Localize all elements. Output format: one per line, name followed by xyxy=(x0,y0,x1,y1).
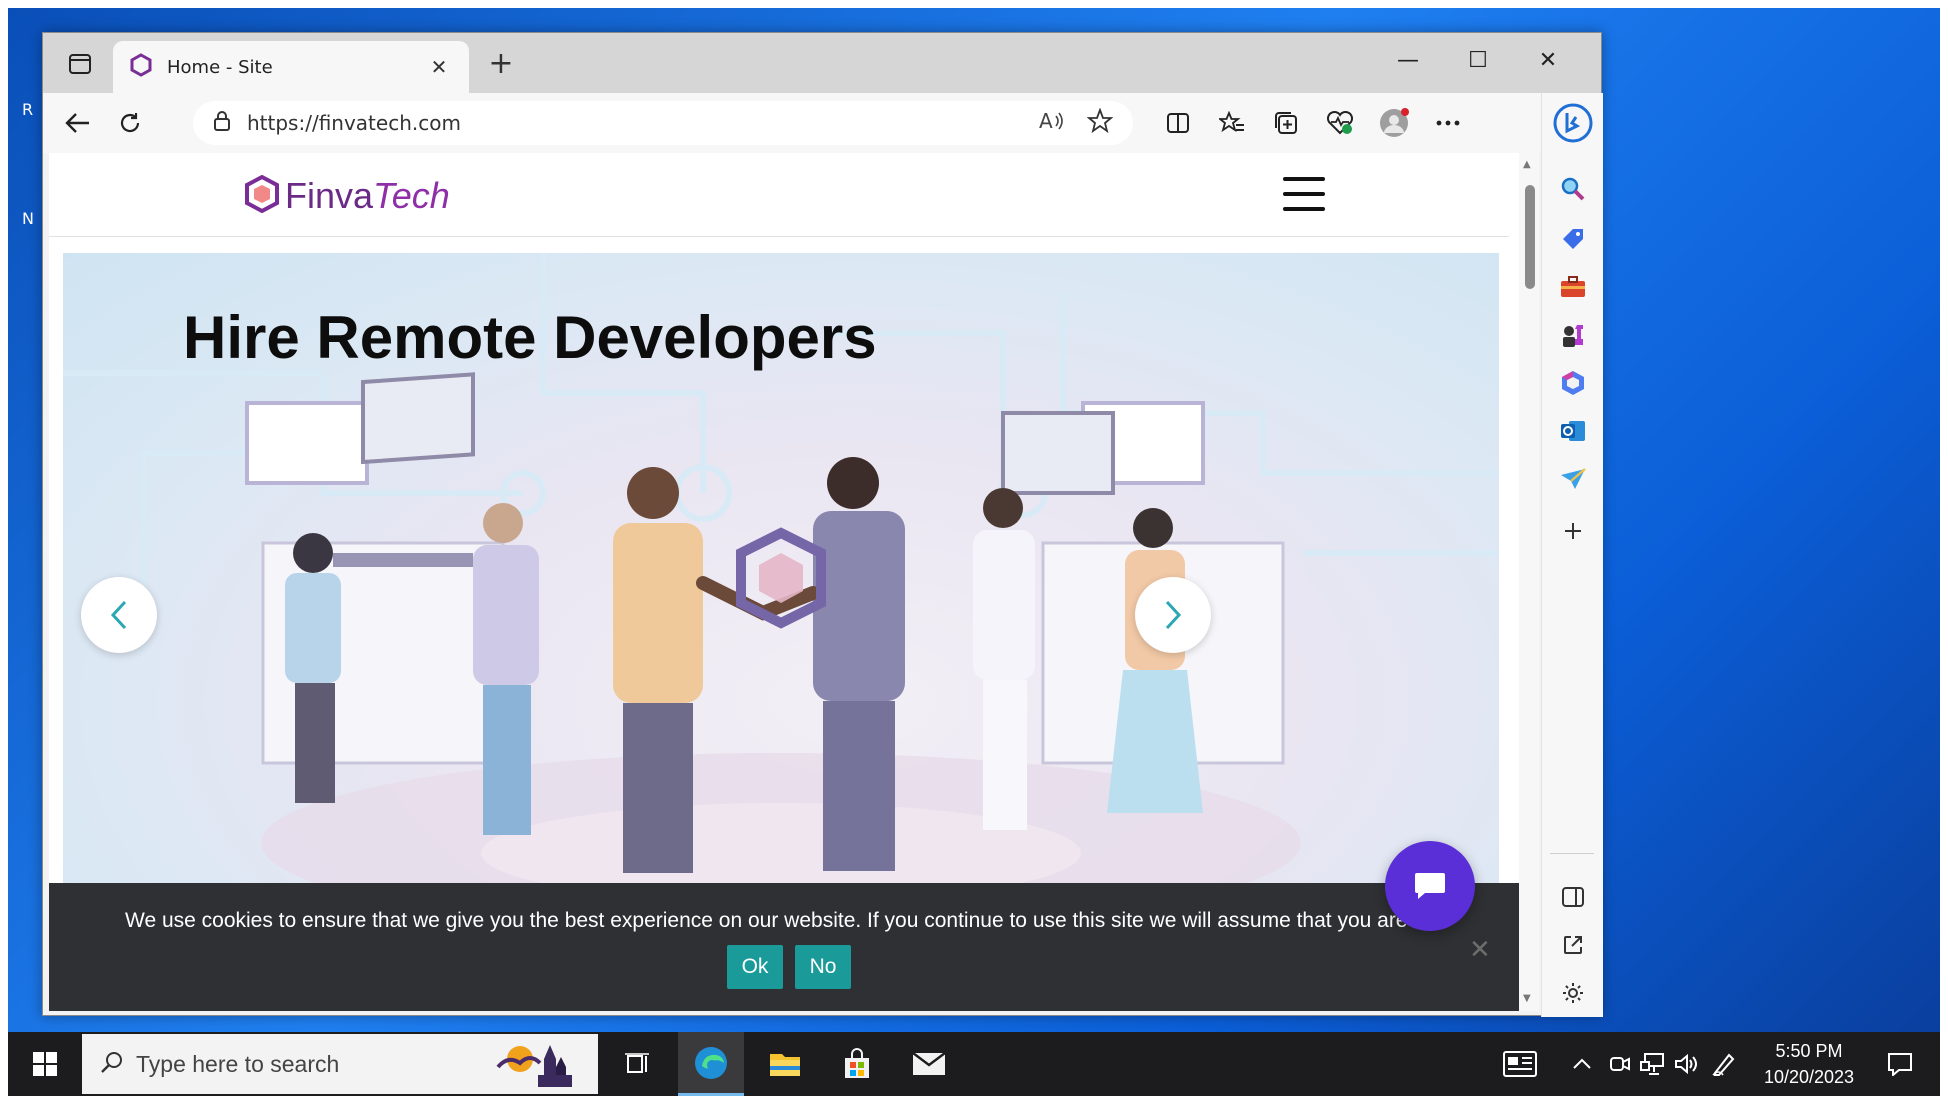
taskbar-clock[interactable]: 5:50 PM 10/20/2023 xyxy=(1744,1038,1874,1090)
search-placeholder: Type here to search xyxy=(136,1050,340,1077)
games-icon[interactable] xyxy=(1553,315,1593,355)
lock-icon xyxy=(213,110,231,136)
favorite-star-icon[interactable] xyxy=(1086,107,1114,138)
minimize-button[interactable]: — xyxy=(1373,41,1443,81)
edge-sidebar xyxy=(1541,93,1603,1017)
url-text: https://finvatech.com xyxy=(247,111,461,135)
shopping-tag-icon[interactable] xyxy=(1553,219,1593,259)
desktop-edge-label-1: R xyxy=(22,100,34,119)
bing-copilot-icon[interactable] xyxy=(1553,103,1593,143)
browser-window: Home - Site ✕ + — ☐ ✕ https://finvatech.… xyxy=(42,32,1603,1017)
scroll-up-arrow-icon[interactable]: ▲ xyxy=(1523,159,1531,170)
start-button[interactable] xyxy=(12,1032,78,1096)
task-view-icon[interactable] xyxy=(604,1032,670,1096)
tab-bar: Home - Site ✕ + — ☐ ✕ xyxy=(43,33,1601,93)
desktop-edge-label-2: N xyxy=(22,209,34,228)
cookie-no-button[interactable]: No xyxy=(795,945,851,989)
sidebar-settings-gear-icon[interactable] xyxy=(1553,973,1593,1013)
favorites-icon[interactable] xyxy=(1211,103,1253,143)
refresh-button[interactable] xyxy=(109,103,151,143)
hide-sidebar-icon[interactable] xyxy=(1553,877,1593,917)
cookie-close-icon[interactable]: ✕ xyxy=(1469,935,1491,965)
notification-center-icon[interactable] xyxy=(1880,1048,1920,1080)
more-options-icon[interactable] xyxy=(1427,103,1469,143)
taskbar-file-explorer-icon[interactable] xyxy=(752,1032,818,1096)
carousel-next-button[interactable] xyxy=(1135,577,1211,653)
address-bar[interactable]: https://finvatech.com A xyxy=(193,101,1133,145)
taskbar-store-icon[interactable] xyxy=(824,1032,890,1096)
read-aloud-icon[interactable]: A xyxy=(1039,109,1065,136)
search-magnifier-icon xyxy=(100,1050,124,1078)
microsoft-365-icon[interactable] xyxy=(1553,363,1593,403)
clock-time: 5:50 PM xyxy=(1775,1041,1843,1061)
cookie-message: We use cookies to ensure that we give yo… xyxy=(125,909,1415,932)
site-favicon-icon xyxy=(129,53,153,81)
add-sidebar-app-icon[interactable] xyxy=(1553,511,1593,551)
browser-tab-home[interactable]: Home - Site ✕ xyxy=(113,41,469,93)
carousel-prev-button[interactable] xyxy=(81,577,157,653)
network-icon[interactable] xyxy=(1636,1048,1668,1080)
search-highlight-castle-icon xyxy=(492,1037,576,1091)
hero-banner: Hire Remote Developers xyxy=(63,253,1499,893)
scroll-thumb[interactable] xyxy=(1525,185,1535,289)
taskbar-edge-icon[interactable] xyxy=(678,1032,744,1096)
pen-ink-workspace-icon[interactable] xyxy=(1708,1048,1740,1080)
meet-now-icon[interactable] xyxy=(1604,1048,1636,1080)
outlook-icon[interactable] xyxy=(1553,411,1593,451)
back-button[interactable] xyxy=(57,103,99,143)
open-external-icon[interactable] xyxy=(1553,925,1593,965)
desktop-icon-edge[interactable]: R N xyxy=(8,88,38,308)
chat-icon xyxy=(1415,873,1445,899)
chat-widget-button[interactable] xyxy=(1385,841,1475,931)
taskbar-search-box[interactable]: Type here to search xyxy=(82,1034,598,1094)
windows-taskbar: Type here to search 5:50 PM 10/20/2023 xyxy=(8,1032,1940,1096)
svg-text:A: A xyxy=(1039,110,1053,132)
tools-briefcase-icon[interactable] xyxy=(1553,267,1593,307)
profile-avatar[interactable] xyxy=(1373,103,1415,143)
search-icon[interactable] xyxy=(1553,169,1593,209)
hamburger-menu-icon[interactable] xyxy=(1283,177,1325,211)
tab-close-button[interactable]: ✕ xyxy=(425,55,453,79)
close-window-button[interactable]: ✕ xyxy=(1513,41,1583,81)
tab-title: Home - Site xyxy=(167,56,273,78)
news-widget-icon[interactable] xyxy=(1500,1048,1540,1080)
scroll-down-arrow-icon[interactable]: ▼ xyxy=(1523,993,1531,1004)
logo-cube-icon xyxy=(245,174,279,217)
site-logo[interactable]: FinvaTech xyxy=(245,174,450,217)
logo-text: FinvaTech xyxy=(285,175,450,216)
hero-title: Hire Remote Developers xyxy=(183,304,877,371)
volume-icon[interactable] xyxy=(1670,1048,1702,1080)
site-header: FinvaTech xyxy=(49,153,1509,237)
windows-logo-icon xyxy=(33,1052,57,1076)
page-scrollbar[interactable]: ▲ ▼ xyxy=(1519,153,1539,1011)
cookie-ok-button[interactable]: Ok xyxy=(727,945,783,989)
cookie-consent-bar: We use cookies to ensure that we give yo… xyxy=(49,883,1519,1011)
maximize-button[interactable]: ☐ xyxy=(1443,41,1513,81)
collections-icon[interactable] xyxy=(1265,103,1307,143)
show-hidden-icons-chevron-icon[interactable] xyxy=(1566,1048,1598,1080)
taskbar-mail-icon[interactable] xyxy=(896,1032,962,1096)
drop-send-icon[interactable] xyxy=(1553,459,1593,499)
person-center-left xyxy=(613,467,703,873)
person-center-right xyxy=(813,457,905,871)
split-screen-icon[interactable] xyxy=(1157,103,1199,143)
new-tab-button[interactable]: + xyxy=(481,45,521,85)
browser-essentials-icon[interactable] xyxy=(1319,103,1361,143)
clock-date: 10/20/2023 xyxy=(1763,1067,1855,1087)
browser-toolbar: https://finvatech.com A xyxy=(43,93,1601,153)
desktop: R N Home - Site ✕ + — ☐ ✕ https://finvat… xyxy=(8,8,1940,1032)
sidebar-divider xyxy=(1550,853,1594,854)
tab-actions-icon[interactable] xyxy=(63,47,97,81)
